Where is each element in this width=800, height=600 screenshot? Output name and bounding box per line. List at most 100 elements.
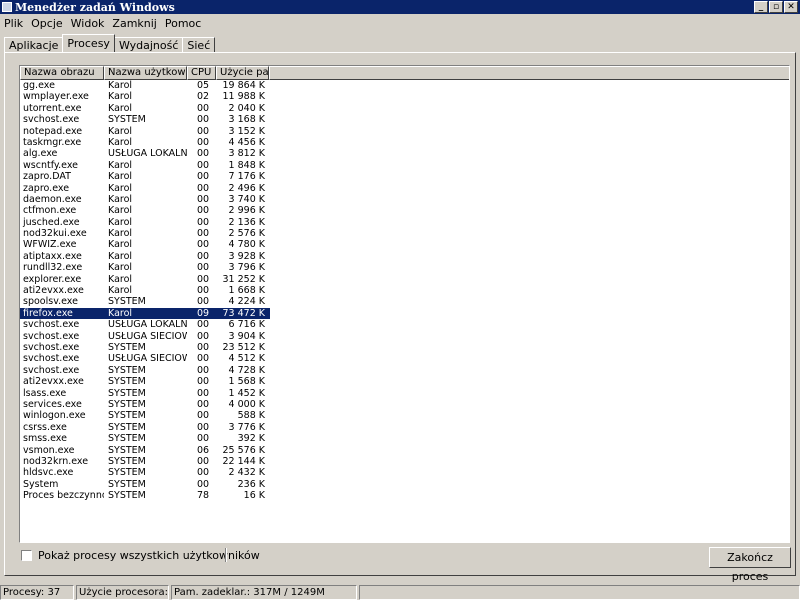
- table-row[interactable]: atiptaxx.exe Karol 00 3 928 K: [20, 251, 789, 262]
- table-row[interactable]: notepad.exe Karol 00 3 152 K: [20, 126, 789, 137]
- table-row[interactable]: gg.exe Karol 05 19 864 K: [20, 80, 789, 91]
- end-process-button[interactable]: Zakończ proces: [709, 547, 791, 583]
- table-row[interactable]: zapro.exe Karol 00 2 496 K: [20, 183, 789, 194]
- process-user: SYSTEM: [108, 410, 146, 422]
- table-row[interactable]: winlogon.exe SYSTEM 00 588 K: [20, 410, 789, 421]
- table-row[interactable]: wmplayer.exe Karol 02 11 988 K: [20, 91, 789, 102]
- process-cpu: 00: [197, 478, 210, 490]
- process-user: USŁUGA SIECIOWA: [108, 353, 187, 365]
- tab-performance[interactable]: Wydajność: [113, 37, 184, 52]
- column-user-name[interactable]: Nazwa użytkownika: [104, 66, 187, 80]
- process-memory: 4 512 K: [228, 353, 265, 365]
- table-row[interactable]: explorer.exe Karol 00 31 252 K: [20, 274, 789, 285]
- process-user: SYSTEM: [108, 455, 146, 467]
- process-user: Karol: [108, 205, 133, 217]
- close-button[interactable]: ✕: [784, 1, 798, 13]
- table-row[interactable]: daemon.exe Karol 00 3 740 K: [20, 194, 789, 205]
- column-filler: [269, 66, 789, 80]
- status-commit-charge: Pam. zadeklar.: 317M / 1249M: [171, 585, 357, 600]
- table-row[interactable]: taskmgr.exe Karol 00 4 456 K: [20, 137, 789, 148]
- process-name: svchost.exe: [23, 319, 80, 331]
- process-user: SYSTEM: [108, 490, 146, 502]
- table-row[interactable]: WFWIZ.exe Karol 00 4 780 K: [20, 239, 789, 250]
- show-all-users-checkbox[interactable]: [21, 550, 32, 561]
- table-row[interactable]: rundll32.exe Karol 00 3 796 K: [20, 262, 789, 273]
- process-cpu: 00: [197, 421, 210, 433]
- process-cpu: 00: [197, 114, 210, 126]
- process-list[interactable]: Nazwa obrazu Nazwa użytkownika CPU Użyci…: [19, 65, 790, 543]
- table-row[interactable]: nod32krn.exe SYSTEM 00 22 144 K: [20, 456, 789, 467]
- table-row[interactable]: svchost.exe USŁUGA SIECIOWA 00 4 512 K: [20, 353, 789, 364]
- minimize-button[interactable]: _: [754, 1, 768, 13]
- table-row[interactable]: hldsvc.exe SYSTEM 00 2 432 K: [20, 467, 789, 478]
- table-row[interactable]: ati2evxx.exe Karol 00 1 668 K: [20, 285, 789, 296]
- process-user: Karol: [108, 136, 133, 148]
- table-row[interactable]: svchost.exe USŁUGA LOKALNA 00 6 716 K: [20, 319, 789, 330]
- table-row[interactable]: jusched.exe Karol 00 2 136 K: [20, 217, 789, 228]
- column-cpu[interactable]: CPU: [187, 66, 216, 80]
- table-row[interactable]: csrss.exe SYSTEM 00 3 776 K: [20, 422, 789, 433]
- show-all-users-option[interactable]: Pokaż procesy wszystkich użytkowników: [21, 549, 260, 562]
- process-cpu: 00: [197, 136, 210, 148]
- process-cpu: 00: [197, 364, 210, 376]
- table-row[interactable]: spoolsv.exe SYSTEM 00 4 224 K: [20, 296, 789, 307]
- table-row[interactable]: services.exe SYSTEM 00 4 000 K: [20, 399, 789, 410]
- process-cpu: 00: [197, 171, 210, 183]
- process-memory: 2 136 K: [228, 216, 265, 228]
- process-cpu: 00: [197, 330, 210, 342]
- process-name: nod32krn.exe: [23, 455, 89, 467]
- table-row[interactable]: ctfmon.exe Karol 00 2 996 K: [20, 205, 789, 216]
- menu-options[interactable]: Opcje: [27, 17, 67, 30]
- table-row[interactable]: firefox.exe Karol 09 73 472 K: [20, 307, 270, 320]
- table-row[interactable]: vsmon.exe SYSTEM 06 25 576 K: [20, 445, 789, 456]
- table-row[interactable]: lsass.exe SYSTEM 00 1 452 K: [20, 388, 789, 399]
- process-name: winlogon.exe: [23, 410, 86, 422]
- process-cpu: 00: [197, 182, 210, 194]
- process-cpu: 00: [197, 353, 210, 365]
- table-row[interactable]: utorrent.exe Karol 00 2 040 K: [20, 103, 789, 114]
- menu-help[interactable]: Pomoc: [161, 17, 205, 30]
- processes-panel: Nazwa obrazu Nazwa użytkownika CPU Użyci…: [4, 52, 796, 583]
- table-row[interactable]: svchost.exe SYSTEM 00 4 728 K: [20, 365, 789, 376]
- table-row[interactable]: zapro.DAT Karol 00 7 176 K: [20, 171, 789, 182]
- process-user: USŁUGA SIECIOWA: [108, 330, 187, 342]
- table-row[interactable]: svchost.exe SYSTEM 00 23 512 K: [20, 342, 789, 353]
- table-row[interactable]: System SYSTEM 00 236 K: [20, 479, 789, 490]
- tab-network[interactable]: Sieć: [182, 37, 216, 52]
- table-row[interactable]: wscntfy.exe Karol 00 1 848 K: [20, 160, 789, 171]
- column-image-name[interactable]: Nazwa obrazu: [20, 66, 104, 80]
- process-cpu: 00: [197, 410, 210, 422]
- tab-applications[interactable]: Aplikacje: [4, 37, 64, 52]
- menu-view[interactable]: Widok: [67, 17, 109, 30]
- column-memory[interactable]: Użycie pa...: [216, 66, 269, 80]
- process-cpu: 00: [197, 341, 210, 353]
- status-process-count: Procesy: 37: [0, 585, 74, 600]
- divider: [225, 548, 226, 562]
- table-row[interactable]: svchost.exe USŁUGA SIECIOWA 00 3 904 K: [20, 331, 789, 342]
- tab-processes[interactable]: Procesy: [62, 34, 115, 52]
- process-name: ati2evxx.exe: [23, 376, 84, 388]
- process-memory: 16 K: [243, 490, 265, 502]
- table-row[interactable]: alg.exe USŁUGA LOKALNA 00 3 812 K: [20, 148, 789, 159]
- status-bar: Procesy: 37 Użycie procesora: 22% Pam. z…: [0, 585, 800, 600]
- process-user: Karol: [108, 102, 133, 114]
- table-row[interactable]: nod32kui.exe Karol 00 2 576 K: [20, 228, 789, 239]
- process-user: Karol: [108, 182, 133, 194]
- process-user: Karol: [108, 285, 133, 297]
- process-memory: 19 864 K: [222, 80, 266, 91]
- table-row[interactable]: smss.exe SYSTEM 00 392 K: [20, 433, 789, 444]
- table-row[interactable]: ati2evxx.exe SYSTEM 00 1 568 K: [20, 376, 789, 387]
- process-cpu: 00: [197, 296, 210, 308]
- table-row[interactable]: Proces bezczynno... SYSTEM 78 16 K: [20, 490, 789, 501]
- process-name: daemon.exe: [23, 193, 82, 205]
- process-name: wscntfy.exe: [23, 159, 79, 171]
- menu-file[interactable]: Plik: [0, 17, 27, 30]
- process-user: Karol: [108, 91, 133, 103]
- process-name: zapro.exe: [23, 182, 70, 194]
- menu-shutdown[interactable]: Zamknij: [108, 17, 160, 30]
- table-row[interactable]: svchost.exe SYSTEM 00 3 168 K: [20, 114, 789, 125]
- status-empty: [359, 585, 800, 600]
- process-user: SYSTEM: [108, 376, 146, 388]
- maximize-button[interactable]: ▫: [769, 1, 783, 13]
- process-memory: 3 928 K: [228, 250, 265, 262]
